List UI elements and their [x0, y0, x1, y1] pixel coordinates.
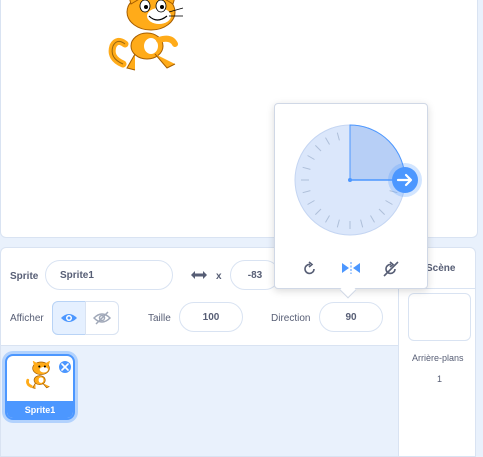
show-sprite-button[interactable] [52, 301, 86, 335]
eye-slash-icon [93, 311, 111, 325]
sprite-cat-costume[interactable] [105, 0, 191, 80]
rotate-icon[interactable] [302, 261, 318, 277]
direction-input[interactable]: 90 [319, 302, 383, 332]
direction-label: Direction [271, 313, 311, 324]
sprite-thumbnail [26, 361, 51, 389]
x-label: x [216, 271, 222, 282]
horizontal-arrows-icon [191, 271, 207, 279]
delete-sprite-button[interactable] [58, 360, 72, 374]
no-rotate-icon[interactable] [382, 260, 400, 278]
x-value: -83 [247, 269, 263, 281]
sprite-tile-name: Sprite1 [7, 401, 73, 418]
eye-icon [61, 314, 77, 322]
sprite-label: Sprite [10, 271, 39, 282]
left-right-icon[interactable] [340, 261, 362, 275]
close-icon [61, 363, 69, 371]
hide-sprite-button[interactable] [85, 301, 119, 335]
x-input[interactable]: -83 [230, 260, 280, 290]
sprite-name-value: Sprite1 [60, 269, 94, 281]
size-label: Taille [148, 313, 171, 324]
backdrop-thumbnail[interactable] [408, 293, 471, 341]
size-input[interactable]: 100 [179, 302, 243, 332]
backdrops-count: 1 [437, 374, 443, 384]
stage-panel-title: Scène [426, 263, 456, 274]
sprite-name-input[interactable]: Sprite1 [45, 260, 173, 290]
direction-handle[interactable] [388, 163, 422, 197]
dial-center [348, 178, 352, 182]
direction-dial[interactable] [292, 122, 428, 246]
size-value: 100 [202, 311, 220, 323]
show-label: Afficher [10, 313, 44, 324]
backdrops-label: Arrière-plans [412, 353, 464, 363]
direction-value: 90 [345, 311, 357, 323]
